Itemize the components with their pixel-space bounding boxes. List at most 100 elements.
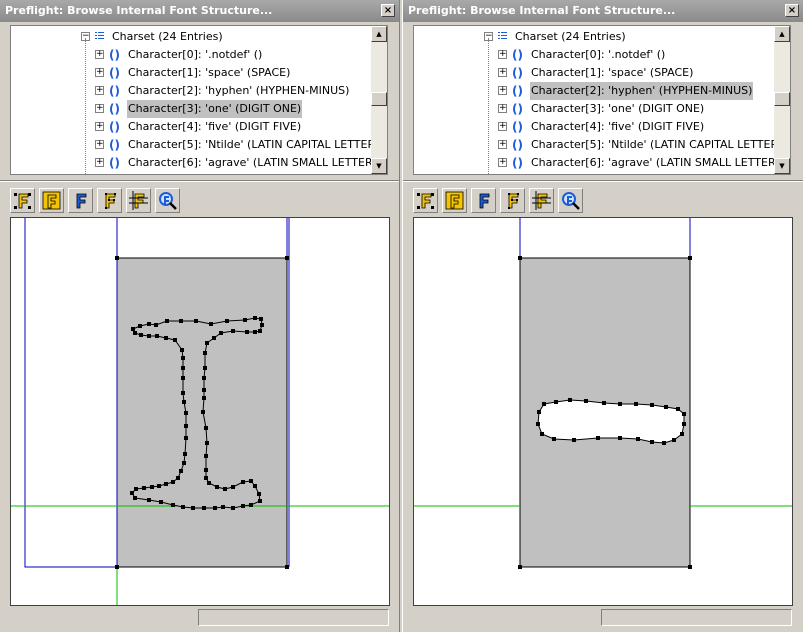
outline-point <box>133 496 137 500</box>
tree-item-character[interactable]: + () Character[0]: '.notdef' () <box>11 46 371 64</box>
object-icon: () <box>109 156 120 170</box>
tree-item-label: Character[0]: '.notdef' () <box>531 48 666 61</box>
glyph-view <box>414 218 792 569</box>
expand-icon[interactable]: + <box>95 50 104 59</box>
outline-point <box>223 487 227 491</box>
fill-outline-button[interactable] <box>39 188 64 213</box>
tree-item-character[interactable]: + () Character[2]: 'hyphen' (HYPHEN-MINUS) <box>414 82 774 100</box>
expand-icon[interactable]: + <box>95 122 104 131</box>
outline-point <box>231 329 235 333</box>
outline-point <box>207 481 211 485</box>
outline-point <box>249 503 253 507</box>
tree-content: − Charset (24 Entries) + () Character[0]: '.… <box>414 26 774 174</box>
scroll-up-button[interactable]: ▲ <box>371 26 387 42</box>
splitter[interactable] <box>0 180 399 182</box>
outline-point <box>147 322 151 326</box>
outline-point <box>204 468 208 472</box>
splitter[interactable] <box>403 180 803 182</box>
expand-icon[interactable]: + <box>498 140 507 149</box>
object-icon: () <box>512 66 523 80</box>
expand-icon[interactable]: + <box>95 86 104 95</box>
metrics-line <box>24 218 117 568</box>
tree-item-character[interactable]: + () Character[6]: 'agrave' (LATIN SMALL L… <box>414 154 774 172</box>
show-points-button[interactable] <box>10 188 35 213</box>
outline-point <box>139 333 143 337</box>
tree-item-character[interactable]: + () Character[1]: 'space' (SPACE) <box>414 64 774 82</box>
glyph-canvas[interactable] <box>413 217 793 606</box>
outline-point <box>179 319 183 323</box>
expand-icon[interactable]: + <box>95 68 104 77</box>
tree-item-character[interactable]: + () Character[3]: 'one' (DIGIT ONE) <box>414 100 774 118</box>
scroll-down-button[interactable]: ▼ <box>774 158 790 174</box>
outline-point <box>201 410 205 414</box>
zoom-button[interactable] <box>558 188 583 213</box>
expand-icon[interactable]: + <box>95 140 104 149</box>
outline-point <box>164 482 168 486</box>
tree-item-character[interactable]: + () Character[6]: 'agrave' (LATIN SMALL L… <box>11 154 371 172</box>
expand-icon[interactable]: + <box>498 50 507 59</box>
expand-icon[interactable]: + <box>498 86 507 95</box>
window-titlebar[interactable]: Preflight: Browse Internal Font Structur… <box>0 0 399 22</box>
outline-point <box>602 401 606 405</box>
window-titlebar[interactable]: Preflight: Browse Internal Font Structur… <box>403 0 803 22</box>
tree-root-charset[interactable]: − Charset (24 Entries) <box>11 28 371 46</box>
scroll-thumb[interactable] <box>371 92 387 106</box>
outline-point <box>181 366 185 370</box>
outline-point <box>682 422 686 426</box>
outline-button[interactable] <box>471 188 496 213</box>
tree-scrollbar[interactable]: ▲ ▼ <box>774 26 790 174</box>
outline-point <box>215 485 219 489</box>
tree-scrollbar[interactable]: ▲ ▼ <box>371 26 387 174</box>
grid-button[interactable] <box>126 188 151 213</box>
font-structure-tree[interactable]: − Charset (24 Entries) + () Character[0]: '.… <box>413 25 791 175</box>
outline-point <box>181 376 185 380</box>
scroll-up-button[interactable]: ▲ <box>774 26 790 42</box>
expand-icon[interactable]: + <box>498 122 507 131</box>
close-button[interactable]: × <box>381 4 395 17</box>
tree-item-character[interactable]: + () Character[5]: 'Ntilde' (LATIN CAPITAL… <box>11 136 371 154</box>
grid-button[interactable] <box>529 188 554 213</box>
outline-button[interactable] <box>68 188 93 213</box>
outline-point <box>134 487 138 491</box>
outline-point <box>253 316 257 320</box>
zoom-button[interactable] <box>155 188 180 213</box>
fill-outline-button[interactable] <box>442 188 467 213</box>
expand-icon[interactable]: + <box>95 104 104 113</box>
outline-point <box>181 505 185 509</box>
outline-point <box>258 329 262 333</box>
tree-root-charset[interactable]: − Charset (24 Entries) <box>414 28 774 46</box>
tree-item-character[interactable]: + () Character[4]: 'five' (DIGIT FIVE) <box>414 118 774 136</box>
font-structure-tree[interactable]: − Charset (24 Entries) + () Character[0]: '.… <box>10 25 388 175</box>
tree-item-character[interactable]: + () Character[3]: 'one' (DIGIT ONE) <box>11 100 371 118</box>
tree-item-character[interactable]: + () Character[0]: '.notdef' () <box>414 46 774 64</box>
outline-point <box>171 503 175 507</box>
tree-item-character[interactable]: + () Character[1]: 'space' (SPACE) <box>11 64 371 82</box>
outline-point <box>173 338 177 342</box>
font-structure-panel-right: Preflight: Browse Internal Font Structur… <box>403 0 803 632</box>
tree-item-character[interactable]: + () Character[2]: 'hyphen' (HYPHEN-MINUS) <box>11 82 371 100</box>
close-button[interactable]: × <box>785 4 799 17</box>
points-outline-button[interactable] <box>97 188 122 213</box>
object-icon: () <box>109 66 120 80</box>
outline-point <box>133 331 137 335</box>
points-outline-button[interactable] <box>500 188 525 213</box>
tree-item-label: Character[6]: 'agrave' (LATIN SMALL LETT… <box>128 156 371 169</box>
scroll-thumb[interactable] <box>774 92 790 106</box>
tree-item-character[interactable]: + () Character[5]: 'Ntilde' (LATIN CAPITAL… <box>414 136 774 154</box>
outline-point <box>568 398 572 402</box>
tree-item-label: Character[5]: 'Ntilde' (LATIN CAPITAL LE… <box>128 138 371 151</box>
tree-item-label: Character[3]: 'one' (DIGIT ONE) <box>531 102 705 115</box>
outline-point <box>209 322 213 326</box>
expand-icon[interactable]: + <box>498 104 507 113</box>
expand-icon[interactable]: + <box>95 158 104 167</box>
status-bar <box>198 609 389 626</box>
expand-icon[interactable]: + <box>498 68 507 77</box>
outline-point <box>204 476 208 480</box>
tree-item-character[interactable]: + () Character[4]: 'five' (DIGIT FIVE) <box>11 118 371 136</box>
outline-point <box>634 402 638 406</box>
show-points-button[interactable] <box>413 188 438 213</box>
outline-point <box>231 485 235 489</box>
scroll-down-button[interactable]: ▼ <box>371 158 387 174</box>
expand-icon[interactable]: + <box>498 158 507 167</box>
glyph-canvas[interactable] <box>10 217 390 606</box>
